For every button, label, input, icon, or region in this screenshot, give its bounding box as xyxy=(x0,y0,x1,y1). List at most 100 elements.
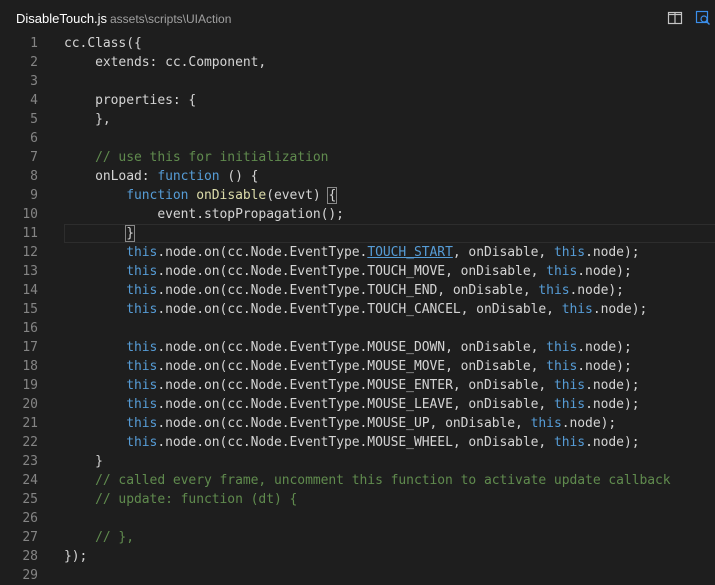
code-token: () { xyxy=(219,169,259,184)
code-line[interactable]: 16 xyxy=(0,319,715,338)
line-number: 17 xyxy=(22,340,38,355)
code-token: this xyxy=(126,435,158,450)
code-editor[interactable]: 1 cc.Class({2 extends: cc.Component, 3 4 pr… xyxy=(0,34,715,583)
line-number: 7 xyxy=(30,150,38,165)
code-token: this xyxy=(126,416,158,431)
code-line[interactable]: 29 xyxy=(0,566,715,585)
code-token: this xyxy=(530,416,562,431)
code-token: // use this for initialization xyxy=(64,150,329,165)
code-line[interactable]: 2 extends: cc.Component, xyxy=(0,53,715,72)
code-token: properties: { xyxy=(64,93,197,108)
code-line[interactable]: 28}); xyxy=(0,547,715,566)
code-token: .node); xyxy=(592,302,648,317)
code-line[interactable]: 8 onLoad: function () { xyxy=(0,167,715,186)
code-token: .node.on(cc.Node.EventType.MOUSE_UP, onD… xyxy=(157,416,531,431)
code-token: .node); xyxy=(569,283,624,298)
code-line[interactable]: 24 // called every frame, uncomment this… xyxy=(0,471,715,490)
code-token: .node); xyxy=(577,340,632,355)
line-number: 21 xyxy=(22,416,38,431)
code-token: this xyxy=(553,378,586,393)
line-number: 12 xyxy=(22,245,38,260)
line-number: 8 xyxy=(30,169,38,184)
code-line[interactable]: 19 this.node.on(cc.Node.EventType.MOUSE_… xyxy=(0,376,715,395)
code-line[interactable]: 26 xyxy=(0,509,715,528)
line-number: 14 xyxy=(22,283,38,298)
line-number: 11 xyxy=(22,226,38,241)
code-token: (evevt) xyxy=(266,188,329,203)
code-token: this xyxy=(553,435,586,450)
code-line[interactable]: 27 // }, xyxy=(0,528,715,547)
code-line[interactable]: 5 }, xyxy=(0,110,715,129)
code-text: properties: { xyxy=(64,91,196,110)
code-token: } xyxy=(64,454,103,469)
line-number: 5 xyxy=(30,112,38,127)
code-token: .node.on(cc.Node.EventType.TOUCH_MOVE, o… xyxy=(157,264,547,279)
line-number: 10 xyxy=(22,207,38,222)
code-line[interactable]: 7 // use this for initialization xyxy=(0,148,715,167)
code-line[interactable]: 1 cc.Class({ xyxy=(0,34,715,53)
code-token: this xyxy=(126,378,158,393)
code-text: cc.Class({ xyxy=(64,34,142,53)
code-text: this.node.on(cc.Node.EventType.MOUSE_WHE… xyxy=(64,433,640,452)
code-text: this.node.on(cc.Node.EventType.TOUCH_END… xyxy=(64,281,624,300)
line-number: 6 xyxy=(30,131,38,146)
code-text: extends: cc.Component, xyxy=(64,53,266,72)
code-token: function xyxy=(157,169,220,184)
code-text: this.node.on(cc.Node.EventType.TOUCH_MOV… xyxy=(64,262,632,281)
code-line[interactable]: 14 this.node.on(cc.Node.EventType.TOUCH_… xyxy=(0,281,715,300)
code-text: // }, xyxy=(64,528,134,547)
code-token: .node); xyxy=(585,378,640,393)
code-token: this xyxy=(126,245,158,260)
line-number: 28 xyxy=(22,549,38,564)
code-token: onLoad: xyxy=(64,169,158,184)
code-token: this xyxy=(126,264,158,279)
code-line[interactable]: 23 } xyxy=(0,452,715,471)
code-line[interactable]: 13 this.node.on(cc.Node.EventType.TOUCH_… xyxy=(0,262,715,281)
code-line[interactable]: 22 this.node.on(cc.Node.EventType.MOUSE_… xyxy=(0,433,715,452)
code-text: this.node.on(cc.Node.EventType.MOUSE_MOV… xyxy=(64,357,632,376)
code-line[interactable]: 17 this.node.on(cc.Node.EventType.MOUSE_… xyxy=(0,338,715,357)
code-token: .node); xyxy=(577,359,632,374)
code-token: // update: function (dt) { xyxy=(64,492,298,507)
code-token: }); xyxy=(64,549,88,564)
code-line[interactable]: 20 this.node.on(cc.Node.EventType.MOUSE_… xyxy=(0,395,715,414)
line-number: 13 xyxy=(22,264,38,279)
code-line[interactable]: 3 xyxy=(0,72,715,91)
code-line[interactable]: 11 } xyxy=(0,224,715,243)
code-text: function onDisable(evevt) { xyxy=(64,186,338,205)
code-text: event.stopPropagation(); xyxy=(64,205,344,224)
line-number: 24 xyxy=(22,473,38,488)
code-token: this xyxy=(561,302,593,317)
code-text: this.node.on(cc.Node.EventType.MOUSE_LEA… xyxy=(64,395,639,414)
code-line[interactable]: 10 event.stopPropagation(); xyxy=(0,205,715,224)
code-token: , onDisable, xyxy=(452,245,554,260)
open-preview-icon[interactable] xyxy=(695,10,711,26)
file-name[interactable]: DisableTouch.js xyxy=(16,11,107,26)
line-number: 9 xyxy=(30,188,38,203)
line-number: 26 xyxy=(22,511,38,526)
code-token: // }, xyxy=(64,530,134,545)
code-token: this xyxy=(126,359,158,374)
code-line[interactable]: 9 function onDisable(evevt) { xyxy=(0,186,715,205)
code-line[interactable]: 18 this.node.on(cc.Node.EventType.MOUSE_… xyxy=(0,357,715,376)
code-text: }, xyxy=(64,110,111,129)
code-line[interactable]: 25 // update: function (dt) { xyxy=(0,490,715,509)
code-token: .node); xyxy=(561,416,617,431)
code-line[interactable]: 12 this.node.on(cc.Node.EventType.TOUCH_… xyxy=(0,243,715,262)
code-token: .node); xyxy=(585,435,640,450)
code-token: .node.on(cc.Node.EventType.TOUCH_CANCEL,… xyxy=(157,302,562,317)
code-line[interactable]: 21 this.node.on(cc.Node.EventType.MOUSE_… xyxy=(0,414,715,433)
editor-tab-header: DisableTouch.js assets\scripts\UIAction xyxy=(0,0,715,36)
code-line[interactable]: 15 this.node.on(cc.Node.EventType.TOUCH_… xyxy=(0,300,715,319)
split-editor-icon[interactable] xyxy=(667,10,683,26)
line-number: 27 xyxy=(22,530,38,545)
code-line[interactable]: 4 properties: { xyxy=(0,91,715,110)
code-token: this xyxy=(553,245,586,260)
code-line[interactable]: 6 xyxy=(0,129,715,148)
code-token: }, xyxy=(64,112,111,127)
code-token: extends: cc.Component, xyxy=(64,55,267,70)
code-token: function xyxy=(126,188,189,203)
